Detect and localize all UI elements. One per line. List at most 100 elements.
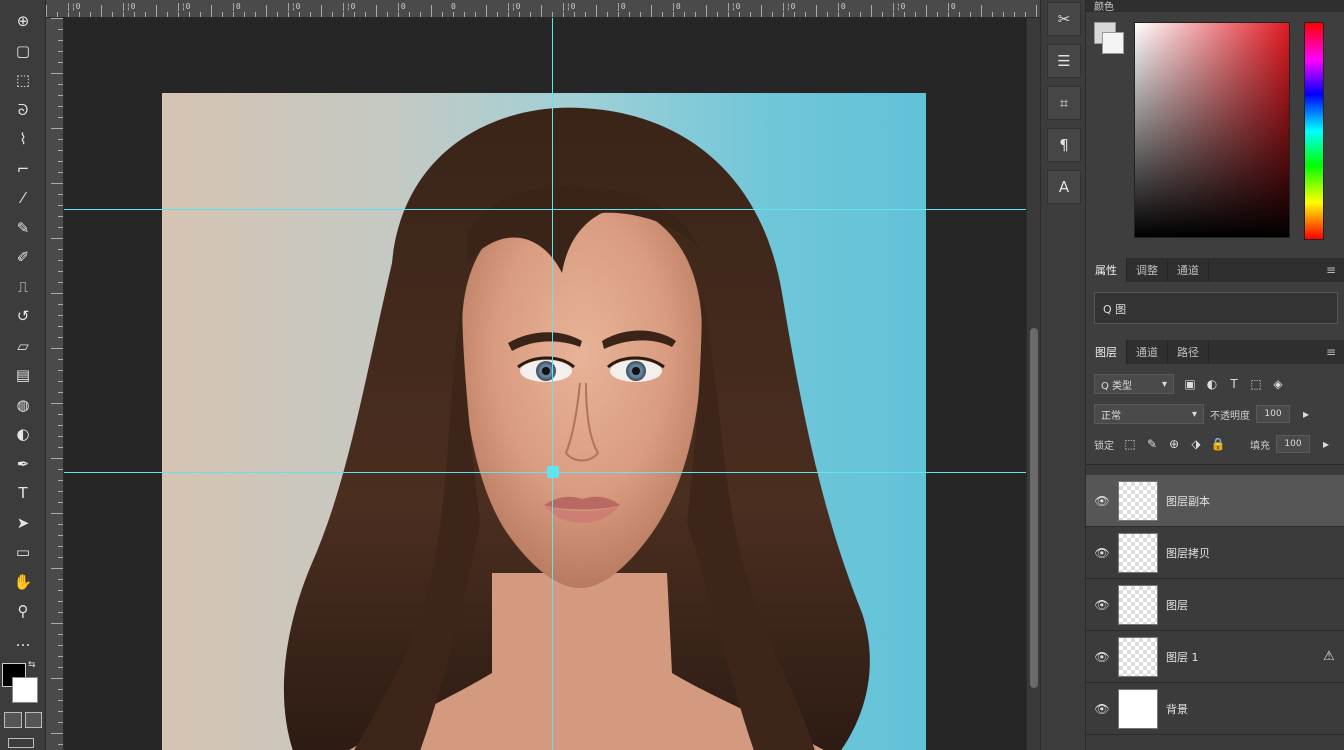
layer-name[interactable]: 图层拷贝 [1166, 545, 1344, 561]
visibility-eye-icon[interactable]: 👁 [1086, 546, 1118, 560]
layer-filter-dropdown[interactable]: Q 类型 ▾ [1094, 374, 1174, 394]
ruler-tick [563, 12, 564, 17]
panel-background-swatch[interactable] [1102, 32, 1124, 54]
brush-settings-icon[interactable]: ⌗ [1047, 86, 1081, 120]
color-spectrum-field[interactable] [1134, 22, 1290, 238]
guide-intersection-handle[interactable] [547, 466, 559, 478]
tab-channels-top[interactable]: 通道 [1168, 258, 1209, 282]
eraser-tool-icon[interactable]: ▱ [10, 333, 36, 359]
visibility-eye-icon[interactable]: 👁 [1086, 650, 1118, 664]
background-color-swatch[interactable] [12, 677, 38, 703]
shape-filter-icon[interactable]: ⬚ [1246, 374, 1266, 394]
properties-search-field[interactable]: Q 图 [1094, 292, 1338, 324]
ruler-tick [51, 678, 63, 679]
eyedropper-tool-icon[interactable]: ⁄ [10, 185, 36, 211]
properties-icon[interactable]: ☰ [1047, 44, 1081, 78]
history-icon[interactable]: ✂ [1047, 2, 1081, 36]
horizontal-guide-lower[interactable] [64, 472, 1026, 473]
history-brush-tool-icon[interactable]: ↺ [10, 303, 36, 329]
shape-tool-icon[interactable]: ▭ [10, 539, 36, 565]
layer-row[interactable]: 👁 背景 [1086, 683, 1344, 735]
layer-row[interactable]: 👁 图层 1 ⚠ [1086, 631, 1344, 683]
horizontal-ruler[interactable]: |¦0 |¦0 |¦0 |0 |¦0 |¦0 |0 0 |¦0 |¦0 |0 |0 |¦0 |¦0 |0 |¦… [46, 0, 1040, 18]
pen-tool-icon[interactable]: ✒ [10, 451, 36, 477]
zoom-tool-icon[interactable]: ⚲ [10, 598, 36, 624]
ruler-tick [51, 238, 63, 239]
layer-name[interactable]: 图层 1 [1166, 649, 1314, 665]
type-filter-icon[interactable]: T [1224, 374, 1244, 394]
gradient-tool-icon[interactable]: ▤ [10, 362, 36, 388]
layer-thumbnail [1118, 584, 1158, 625]
ruler-tick [948, 12, 949, 17]
vertical-guide[interactable] [552, 18, 553, 750]
type-tool-icon[interactable]: T [10, 480, 36, 506]
ruler-tick [651, 5, 652, 17]
layer-name[interactable]: 图层 [1166, 597, 1344, 613]
horizontal-guide-upper[interactable] [64, 209, 1026, 210]
path-select-tool-icon[interactable]: ➤ [10, 510, 36, 536]
opacity-slider-toggle[interactable]: ▸ [1296, 404, 1316, 424]
quick-mask-toggle[interactable] [4, 712, 42, 728]
lock-all-icon[interactable]: 🔒 [1208, 434, 1228, 454]
visibility-eye-icon[interactable]: 👁 [1086, 598, 1118, 612]
smart-object-filter-icon[interactable]: ◈ [1268, 374, 1288, 394]
lock-transparency-icon[interactable]: ⬚ [1120, 434, 1140, 454]
vertical-ruler[interactable] [46, 18, 64, 750]
crop-tool-icon[interactable]: ⌐ [10, 156, 36, 182]
ruler-tick [58, 612, 63, 613]
blend-mode-dropdown[interactable]: 正常 ▾ [1094, 404, 1204, 424]
stamp-tool-icon[interactable]: ⎍ [10, 274, 36, 300]
move-tool-icon[interactable]: ⊕ [10, 8, 36, 34]
swap-colors-icon[interactable]: ⇆ [28, 660, 36, 670]
dodge-tool-icon[interactable]: ◐ [10, 421, 36, 447]
lock-position-icon[interactable]: ⊕ [1164, 434, 1184, 454]
visibility-eye-icon[interactable]: 👁 [1086, 702, 1118, 716]
fill-slider-toggle[interactable]: ▸ [1316, 434, 1336, 454]
pixel-filter-icon[interactable]: ▣ [1180, 374, 1200, 394]
ruler-tick [145, 12, 146, 17]
character-icon[interactable]: A [1047, 170, 1081, 204]
opacity-input[interactable]: 100 [1256, 405, 1290, 423]
ruler-tick [58, 722, 63, 723]
tab-paths[interactable]: 路径 [1168, 340, 1209, 364]
layer-row[interactable]: 👁 图层副本 [1086, 475, 1344, 527]
fill-input[interactable]: 100 [1276, 435, 1310, 453]
warning-icon[interactable]: ⚠ [1314, 649, 1344, 664]
ruler-tick [189, 12, 190, 17]
artboard-tool-icon[interactable]: ▢ [10, 38, 36, 64]
adjustment-filter-icon[interactable]: ◐ [1202, 374, 1222, 394]
blur-tool-icon[interactable]: ◍ [10, 392, 36, 418]
panel-menu-icon[interactable]: ≡ [1318, 258, 1344, 282]
tab-layers[interactable]: 图层 [1086, 340, 1127, 364]
properties-panel-body: Q 图 [1086, 282, 1344, 340]
brush-tool-icon[interactable]: ✐ [10, 244, 36, 270]
ruler-tick [662, 12, 663, 17]
layers-menu-icon[interactable]: ≡ [1318, 340, 1344, 364]
layer-name[interactable]: 图层副本 [1166, 493, 1344, 509]
marquee-tool-icon[interactable]: ⬚ [10, 67, 36, 93]
lock-artboard-icon[interactable]: ⬗ [1186, 434, 1206, 454]
hand-tool-icon[interactable]: ✋ [10, 569, 36, 595]
lock-pixels-icon[interactable]: ✎ [1142, 434, 1162, 454]
layer-name[interactable]: 背景 [1166, 701, 1344, 717]
document-canvas[interactable] [162, 93, 926, 750]
quick-select-tool-icon[interactable]: ⌇ [10, 126, 36, 152]
tab-channels[interactable]: 通道 [1127, 340, 1168, 364]
editbar-tool-icon[interactable]: … [10, 628, 36, 654]
visibility-eye-icon[interactable]: 👁 [1086, 494, 1118, 508]
layer-row[interactable]: 👁 图层拷贝 [1086, 527, 1344, 579]
layer-row[interactable]: 👁 图层 [1086, 579, 1344, 631]
scrollbar-thumb[interactable] [1030, 328, 1038, 688]
screen-mode-button[interactable] [8, 738, 34, 748]
healing-tool-icon[interactable]: ✎ [10, 215, 36, 241]
tab-adjustments[interactable]: 调整 [1127, 258, 1168, 282]
tab-properties[interactable]: 属性 [1086, 258, 1127, 282]
canvas-workspace[interactable] [64, 18, 1026, 750]
hue-slider[interactable] [1304, 22, 1324, 240]
color-panel-tab-label: 颜色 [1094, 2, 1114, 13]
lasso-tool-icon[interactable]: ᘐ [10, 97, 36, 123]
paragraph-icon[interactable]: ¶ [1047, 128, 1081, 162]
vertical-scrollbar[interactable] [1026, 18, 1040, 750]
ruler-tick [58, 656, 63, 657]
color-panel-tab[interactable]: 颜色 [1086, 0, 1344, 13]
